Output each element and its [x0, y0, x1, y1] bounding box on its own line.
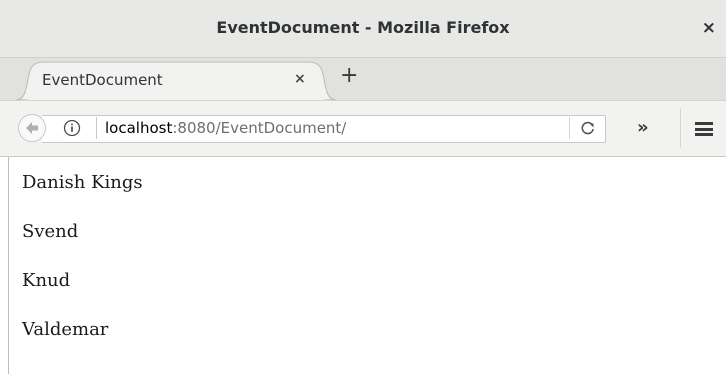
tab-eventdocument[interactable]: EventDocument × [16, 61, 336, 100]
list-item: Valdemar [22, 319, 109, 340]
page-heading: Danish Kings [22, 172, 143, 193]
window-close-button[interactable]: × [702, 18, 716, 38]
back-button[interactable] [18, 114, 46, 142]
info-icon[interactable] [63, 119, 81, 137]
content-border [8, 157, 9, 374]
url-text[interactable]: localhost:8080/EventDocument/ [105, 119, 346, 137]
browser-window: EventDocument - Mozilla Firefox × EventD… [0, 0, 726, 374]
url-separator [96, 117, 97, 139]
new-tab-button[interactable]: + [340, 65, 358, 87]
hamburger-menu-icon[interactable] [695, 122, 713, 136]
reload-icon[interactable] [579, 119, 597, 137]
tab-strip: EventDocument × [0, 58, 726, 100]
url-path: :8080/EventDocument/ [172, 119, 347, 137]
tab-close-button[interactable]: × [294, 71, 306, 87]
menu-line [695, 127, 713, 131]
tab-label: EventDocument [42, 71, 163, 89]
url-host: localhost [105, 119, 173, 137]
overflow-button[interactable]: » [637, 117, 649, 138]
reload-separator [569, 117, 570, 139]
window-title: EventDocument - Mozilla Firefox [216, 18, 510, 37]
menu-line [695, 133, 713, 136]
list-item: Knud [22, 270, 71, 291]
list-item: Svend [22, 221, 79, 242]
title-bar: EventDocument - Mozilla Firefox × [0, 0, 726, 58]
menu-line [695, 122, 713, 125]
back-arrow-icon [26, 122, 38, 134]
nav-divider [680, 108, 681, 148]
